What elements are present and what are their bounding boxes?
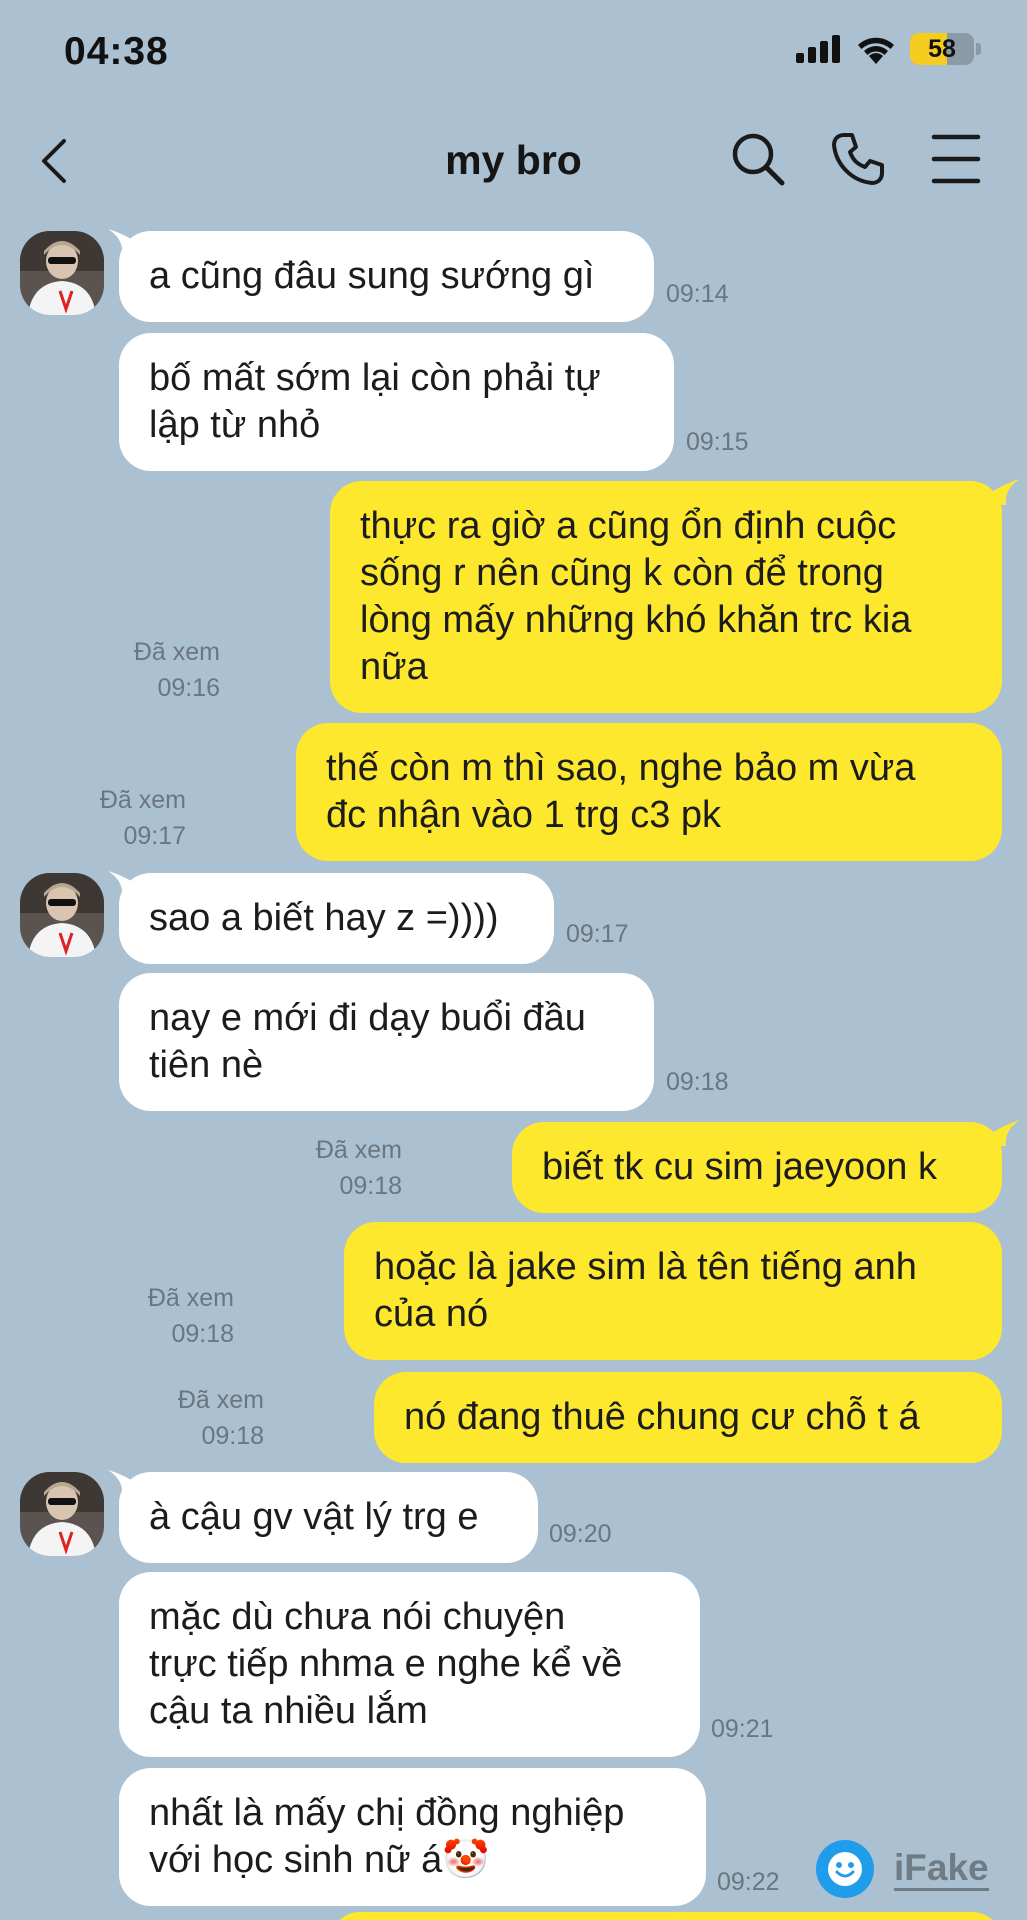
message-meta: 09:17 — [566, 916, 629, 952]
battery-cap — [976, 43, 981, 55]
message-meta: 09:18 — [666, 1064, 729, 1100]
outgoing-message-bubble[interactable]: nó đang thuê chung cư chỗ t á — [374, 1372, 1002, 1463]
message-meta: 09:20 — [549, 1516, 612, 1552]
message-time: 09:16 — [157, 674, 220, 702]
avatar[interactable] — [20, 873, 104, 957]
message-time: 09:21 — [711, 1715, 774, 1743]
message-meta: 09:21 — [711, 1711, 774, 1747]
incoming-message-bubble[interactable]: mặc dù chưa nói chuyện trực tiếp nhma e n… — [119, 1572, 700, 1757]
message-time: 09:15 — [686, 428, 749, 456]
signal-icon — [796, 35, 840, 63]
incoming-message-bubble[interactable]: à cậu gv vật lý trg e — [119, 1472, 538, 1563]
outgoing-message-bubble[interactable]: thực ra giờ a cũng ổn định cuộc sống r nê… — [330, 481, 1002, 713]
read-receipt: Đã xem — [99, 786, 186, 814]
message-meta: 09:22 — [717, 1864, 780, 1900]
message-meta: Đã xem 09:18 — [154, 1382, 264, 1454]
message-time: 09:22 — [717, 1868, 780, 1896]
partial-outgoing-bubble — [330, 1912, 1002, 1920]
message-time: 09:18 — [666, 1068, 729, 1096]
message-meta: Đã xem 09:16 — [110, 634, 220, 706]
ifake-logo-icon — [816, 1840, 874, 1898]
read-receipt: Đã xem — [147, 1284, 234, 1312]
menu-button[interactable] — [928, 131, 984, 187]
battery-percentage: 58 — [928, 35, 956, 63]
incoming-message-bubble[interactable]: a cũng đâu sung sướng gì — [119, 231, 654, 322]
incoming-message-bubble[interactable]: nay e mới đi dạy buổi đầu tiên nè — [119, 973, 654, 1111]
incoming-message-bubble[interactable]: nhất là mấy chị đồng nghiệp với học sinh … — [119, 1768, 706, 1906]
call-button[interactable] — [828, 129, 888, 189]
message-meta: 09:15 — [686, 424, 749, 460]
wifi-icon — [858, 37, 894, 64]
message-time: 09:18 — [171, 1320, 234, 1348]
ifake-label: iFake — [894, 1847, 989, 1891]
status-time: 04:38 — [64, 30, 169, 73]
message-meta: Đã xem 09:18 — [124, 1280, 234, 1352]
outgoing-message-bubble[interactable]: thế còn m thì sao, nghe bảo m vừa đc nhận… — [296, 723, 1002, 861]
message-time: 09:17 — [123, 822, 186, 850]
chat-header: my bro — [0, 115, 1027, 207]
message-meta: 09:14 — [666, 276, 729, 312]
read-receipt: Đã xem — [177, 1386, 264, 1414]
phone-icon — [832, 133, 884, 185]
ifake-watermark[interactable]: iFake — [816, 1840, 989, 1898]
message-time: 09:20 — [549, 1520, 612, 1548]
incoming-message-bubble[interactable]: sao a biết hay z =)))) — [119, 873, 554, 964]
menu-icon — [931, 134, 981, 184]
avatar[interactable] — [20, 1472, 104, 1556]
incoming-message-bubble[interactable]: bố mất sớm lại còn phải tự lập từ nhỏ — [119, 333, 674, 471]
battery-icon: 58 — [910, 33, 974, 65]
status-bar: 04:38 58 — [0, 0, 1027, 100]
message-meta: Đã xem 09:18 — [292, 1132, 402, 1204]
read-receipt: Đã xem — [315, 1136, 402, 1164]
message-time: 09:18 — [201, 1422, 264, 1450]
message-time: 09:18 — [339, 1172, 402, 1200]
search-button[interactable] — [728, 129, 788, 189]
search-icon — [732, 133, 785, 186]
outgoing-message-bubble[interactable]: hoặc là jake sim là tên tiếng anh của nó — [344, 1222, 1002, 1360]
outgoing-message-bubble[interactable]: biết tk cu sim jaeyoon k — [512, 1122, 1002, 1213]
message-time: 09:17 — [566, 920, 629, 948]
read-receipt: Đã xem — [133, 638, 220, 666]
status-icons: 58 — [796, 33, 981, 65]
message-time: 09:14 — [666, 280, 729, 308]
message-meta: Đã xem 09:17 — [76, 782, 186, 854]
avatar[interactable] — [20, 231, 104, 315]
